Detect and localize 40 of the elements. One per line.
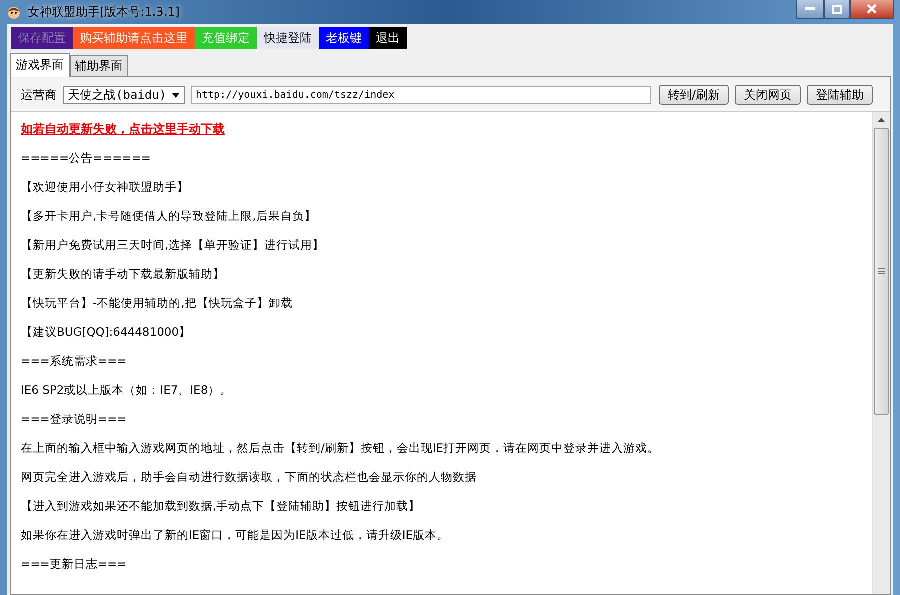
text-line: 网页完全进入游戏后，助手会自动进行数据读取，下面的状态栏也会显示你的人物数据	[21, 469, 478, 486]
text-line: ===登录说明===	[21, 411, 128, 428]
text-line: IE6 SP2或以上版本（如：IE7、IE8）。	[21, 382, 234, 399]
cartoon-face-icon	[6, 4, 22, 20]
menu-button[interactable]: 老板键	[319, 27, 369, 49]
tab[interactable]: 辅助界面	[70, 55, 128, 77]
toolbar-button[interactable]: 关闭网页	[735, 85, 802, 105]
window-title: 女神联盟助手[版本号:1.3.1]	[28, 4, 181, 20]
maximize-button[interactable]	[824, 0, 850, 19]
text-line: 【更新失败的请手动下载最新版辅助】	[21, 266, 226, 283]
scroll-thumb[interactable]	[874, 128, 889, 415]
operator-label: 运营商	[21, 86, 57, 104]
menu-button[interactable]: 快捷登陆	[257, 27, 319, 49]
close-button[interactable]	[850, 0, 894, 19]
text-line: 【建议BUG[QQ]:644481000】	[21, 324, 192, 341]
minimize-icon	[805, 7, 815, 11]
text-line: 在上面的输入框中输入游戏网页的地址，然后点击【转到/刷新】按钮，会出现IE打开网页，请在网页中登录并进入游戏。	[21, 440, 661, 457]
grip-icon	[878, 268, 885, 275]
maximize-icon	[832, 4, 842, 14]
text-line: =====公告======	[21, 150, 152, 167]
caret-icon	[172, 92, 180, 98]
menu-button[interactable]: 退出	[369, 27, 407, 49]
toolbar-button[interactable]: 登陆辅助	[807, 85, 874, 105]
url-field[interactable]: http://youxi.baidu.com/tszz/index	[191, 86, 651, 104]
scrollbar[interactable]	[872, 112, 890, 594]
text-line: 【进入到游戏如果还不能加载到数据,手动点下【登陆辅助】按钮进行加载】	[21, 498, 422, 515]
close-icon	[867, 4, 877, 14]
tab[interactable]: 游戏界面	[10, 53, 70, 77]
text-line: 【多开卡用户,卡号随便借人的导致登陆上限,后果自负】	[21, 208, 318, 225]
text-line: 【快玩平台】-不能使用辅助的,把【快玩盒子】卸载	[21, 295, 294, 312]
minimize-button[interactable]	[796, 0, 824, 19]
download-link[interactable]: 如若自动更新失败，点击这里手动下载	[21, 120, 225, 138]
text-line: ===更新日志===	[21, 556, 128, 573]
text-line: 【欢迎使用小仔女神联盟助手】	[21, 179, 190, 196]
operator-dropdown[interactable]: 天使之战(baidu)	[63, 86, 185, 104]
text-line: 【新用户免费试用三天时间,选择【单开验证】进行试用】	[21, 237, 326, 254]
text-line: ===系统需求===	[21, 353, 128, 370]
text-line: 如果你在进入游戏时弹出了新的IE窗口，可能是因为IE版本过低，请升级IE版本。	[21, 527, 450, 544]
scroll-up-icon	[878, 118, 885, 122]
toolbar-button[interactable]: 转到/刷新	[659, 85, 730, 105]
